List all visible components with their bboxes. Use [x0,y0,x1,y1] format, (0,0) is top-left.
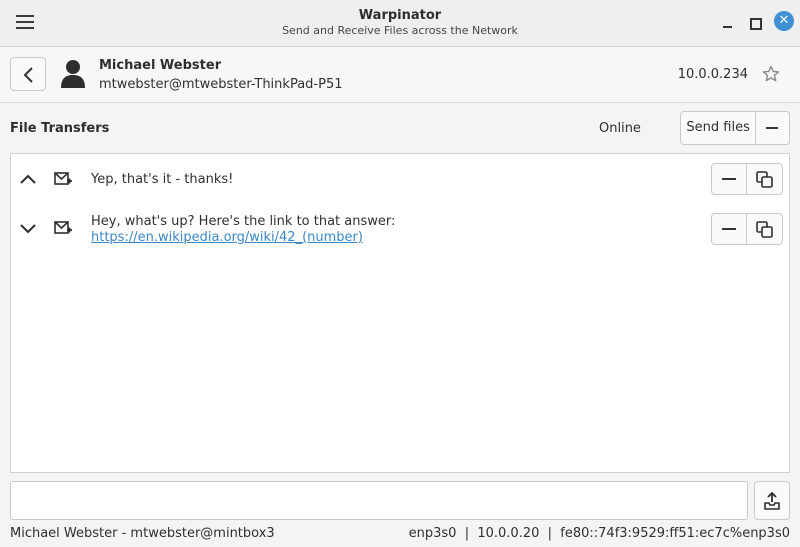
chevron-left-icon [23,67,33,83]
send-options-minus-icon[interactable] [756,112,789,144]
send-upload-icon [764,491,780,510]
remote-ip-address: 10.0.0.234 [677,67,748,82]
minimize-icon[interactable] [716,12,738,34]
section-title: File Transfers [10,121,110,136]
send-message-button[interactable] [754,481,790,520]
local-user-info: Michael Webster - mtwebster@mintbox3 [10,526,275,541]
copy-message-button[interactable] [747,214,782,244]
message-actions [711,163,783,195]
chevron-down-icon[interactable] [19,220,37,238]
chevron-up-icon[interactable] [19,170,37,188]
title-bar: Warpinator Send and Receive Files across… [0,0,800,47]
transfers-list[interactable]: Yep, that's it - thanks! Hey, what's up?… [10,153,790,473]
remove-message-minus-icon[interactable] [712,214,747,244]
incoming-message-icon [54,221,72,234]
status-bar: Michael Webster - mtwebster@mintbox3 enp… [0,524,800,547]
copy-icon [756,221,773,238]
remote-user-host: mtwebster@mtwebster-ThinkPad-P51 [99,77,343,92]
back-button[interactable] [10,57,46,91]
transfers-header: File Transfers Online Send files [0,103,800,153]
send-files-button[interactable]: Send files [681,112,757,144]
message-actions [711,213,783,245]
user-avatar-icon [61,60,85,88]
message-link[interactable]: https://en.wikipedia.org/wiki/42_(number… [91,230,363,245]
window-subtitle: Send and Receive Files across the Networ… [282,24,518,37]
maximize-icon[interactable] [744,12,766,34]
send-files-group: Send files [680,111,790,145]
window-title: Warpinator [358,8,442,23]
remove-message-minus-icon[interactable] [712,164,747,194]
close-icon[interactable]: ✕ [774,11,794,31]
remote-user-name: Michael Webster [99,58,222,73]
message-text: Yep, that's it - thanks! [91,172,234,187]
network-info: enp3s0 | 10.0.0.20 | fe80::74f3:9529:ff5… [408,526,790,541]
message-text: Hey, what's up? Here's the link to that … [91,214,396,229]
copy-icon [756,171,773,188]
message-input[interactable] [10,481,748,520]
copy-message-button[interactable] [747,164,782,194]
incoming-message-icon [54,172,72,185]
online-status: Online [599,121,641,136]
favorite-star-icon[interactable] [762,65,780,83]
remote-header: Michael Webster mtwebster@mtwebster-Thin… [0,47,800,103]
